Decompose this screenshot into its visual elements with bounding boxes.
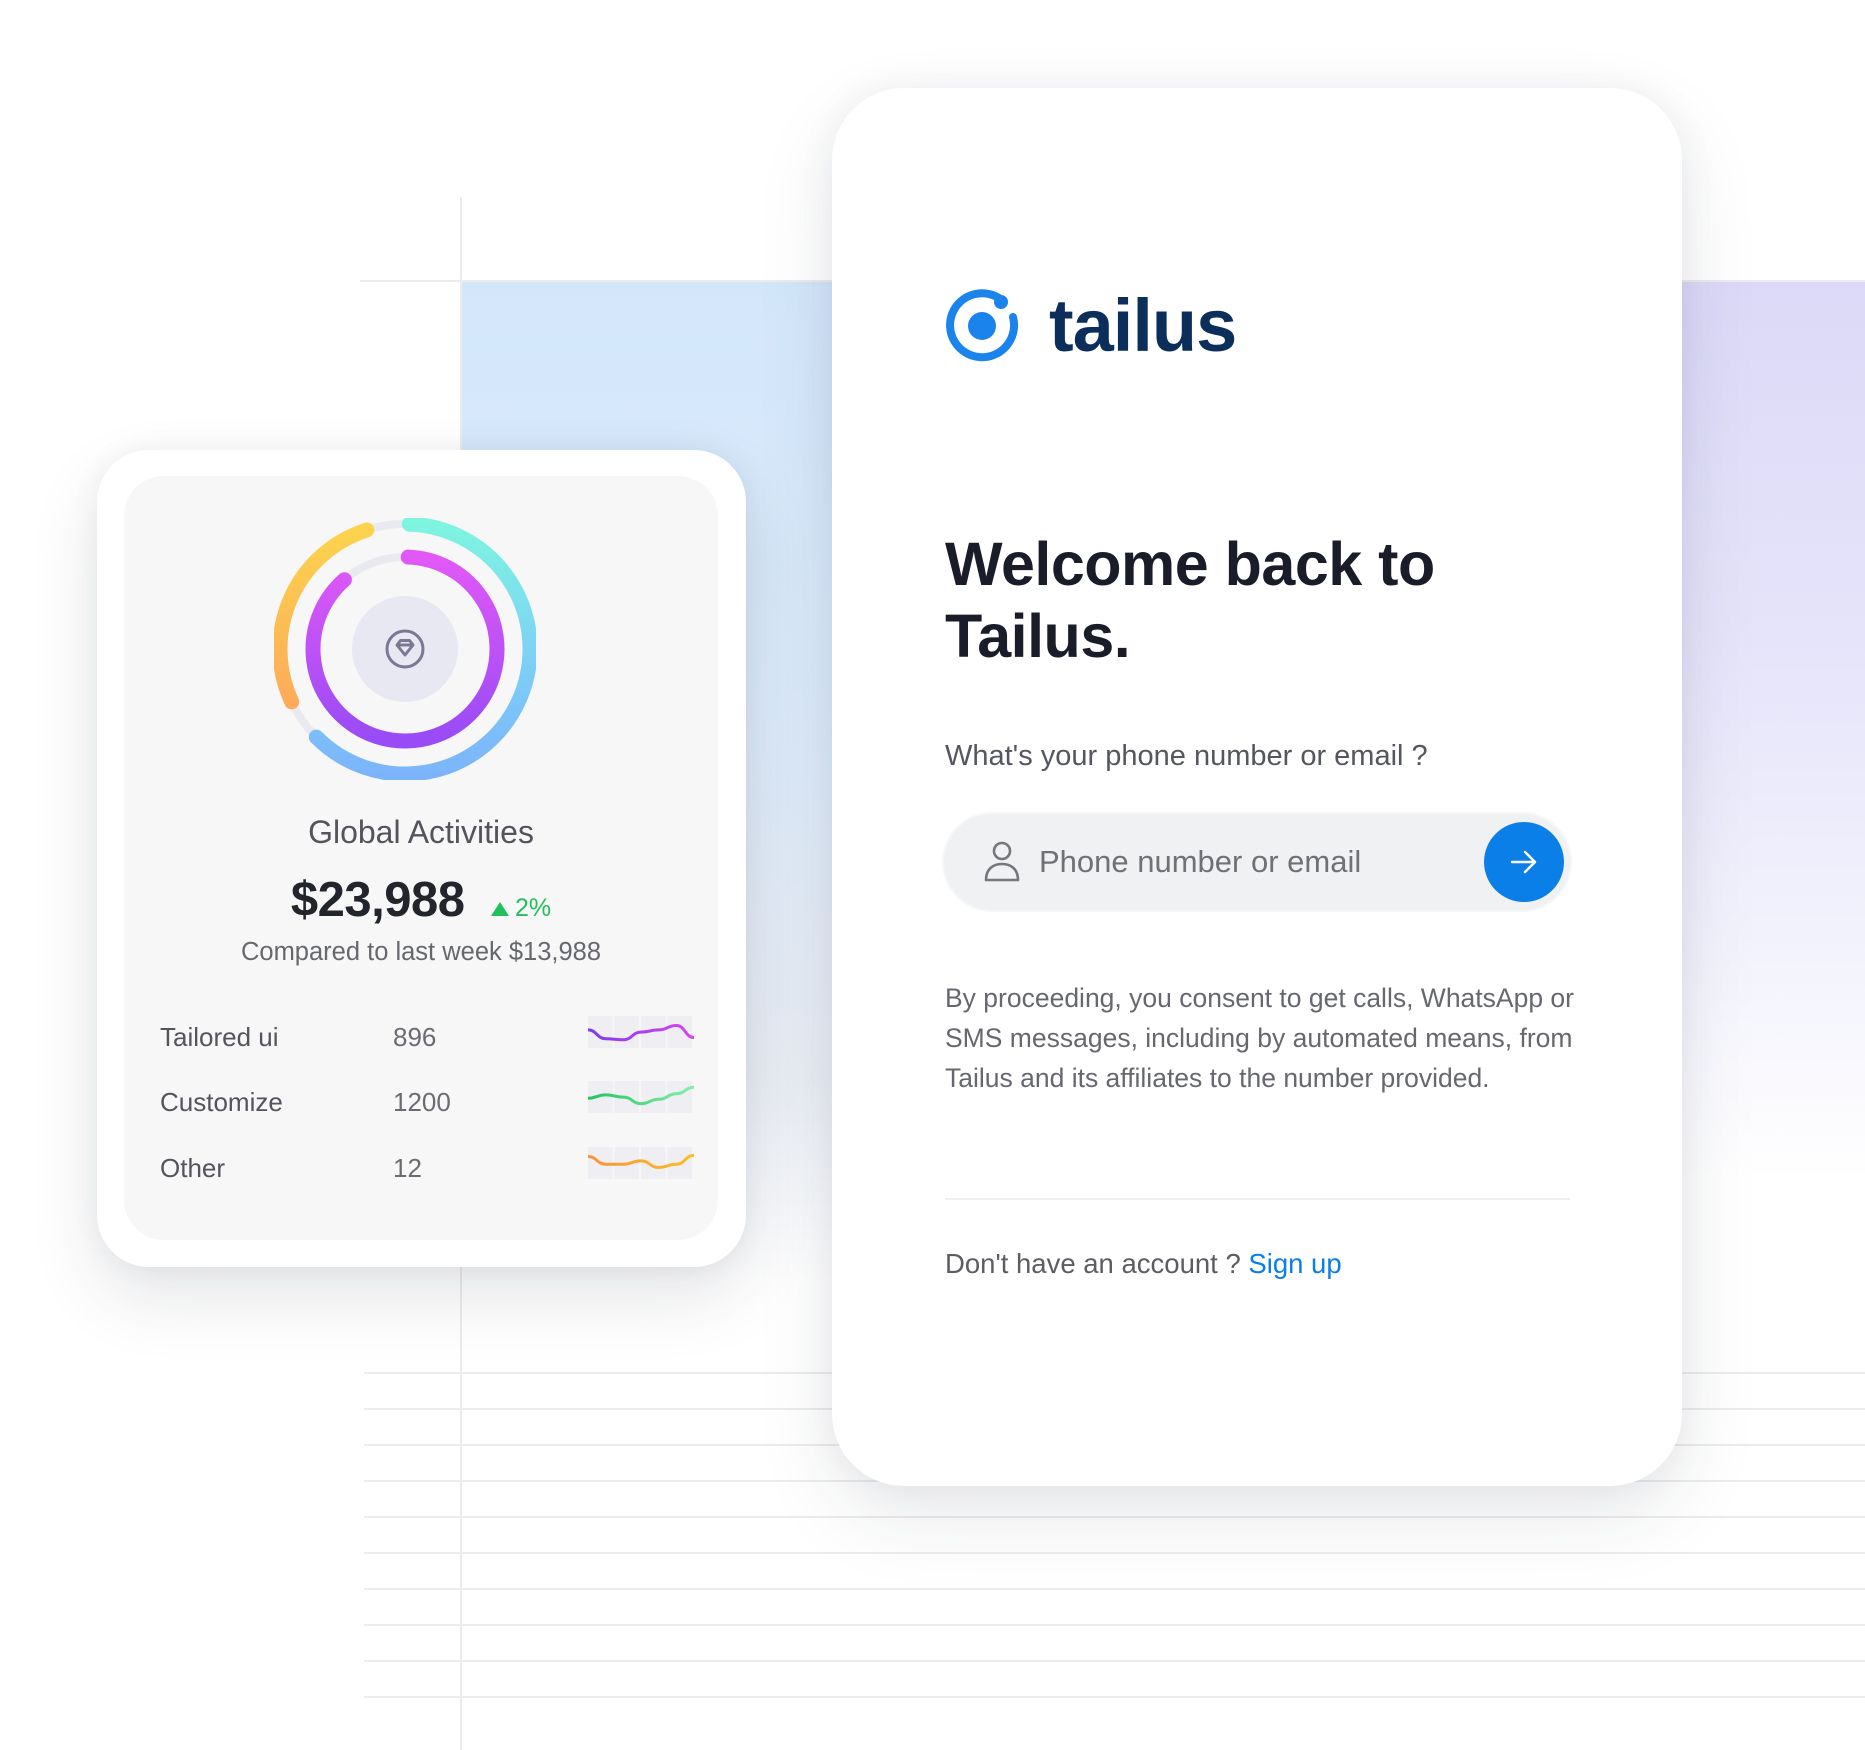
sparkline-chart	[588, 1081, 694, 1113]
signup-prompt: Don't have an account ? Sign up	[945, 1248, 1342, 1280]
card-title: Global Activities	[308, 814, 534, 850]
activity-ring-chart	[274, 518, 536, 780]
phone-or-email-input[interactable]	[1039, 814, 1459, 910]
row-value: 12	[393, 1153, 422, 1183]
row-value: 1200	[393, 1087, 451, 1117]
comparison-text: Compared to last week $13,988	[240, 938, 602, 966]
sparkline-bg-bar	[667, 1016, 692, 1048]
signup-link[interactable]: Sign up	[1248, 1248, 1341, 1279]
submit-button[interactable]	[1484, 822, 1564, 902]
tailus-logo-icon	[946, 289, 1019, 362]
input-label: What's your phone number or email ?	[945, 740, 1428, 772]
page-title-line-1: Welcome back to	[945, 530, 1435, 598]
sparkline-chart	[588, 1016, 694, 1048]
row-label: Tailored ui	[160, 1022, 279, 1052]
sparkline-chart	[588, 1147, 694, 1179]
background-purple-panel	[1682, 281, 1865, 1181]
sparkline-bg-bar	[667, 1081, 692, 1113]
change-badge: 2%	[490, 894, 552, 922]
activity-row: Tailored ui 896	[160, 1016, 720, 1058]
brand-logo[interactable]: tailus	[945, 284, 1237, 367]
consent-text: By proceeding, you consent to get calls,…	[945, 983, 1574, 1093]
row-label: Other	[160, 1153, 226, 1183]
ring-center	[352, 596, 458, 702]
total-amount: $23,988	[290, 873, 465, 927]
activity-row: Customize 1200	[160, 1081, 720, 1123]
divider	[945, 1198, 1570, 1200]
signup-prompt-text: Don't have an account ?	[945, 1248, 1241, 1279]
identifier-input-group	[944, 814, 1570, 910]
row-value: 896	[393, 1022, 437, 1052]
page-title-line-2: Tailus.	[945, 602, 1131, 670]
sparkline-bg-bar	[641, 1081, 666, 1113]
brand-name: tailus	[1049, 284, 1237, 367]
arrow-up-icon	[490, 902, 509, 916]
row-label: Customize	[160, 1087, 283, 1117]
activity-row: Other 12	[160, 1147, 720, 1189]
arrow-right-icon	[1510, 850, 1537, 874]
global-activities-panel: Global Activities $23,988 2% Compared to…	[124, 476, 718, 1240]
amount-row: $23,988 2%	[124, 872, 718, 928]
page-title: Welcome back to Tailus.	[945, 528, 1545, 672]
global-activities-card: Global Activities $23,988 2% Compared to…	[97, 450, 746, 1267]
login-card: tailus Welcome back to Tailus. What's yo…	[832, 88, 1682, 1486]
user-icon	[984, 841, 1020, 882]
change-value: 2%	[514, 894, 552, 922]
